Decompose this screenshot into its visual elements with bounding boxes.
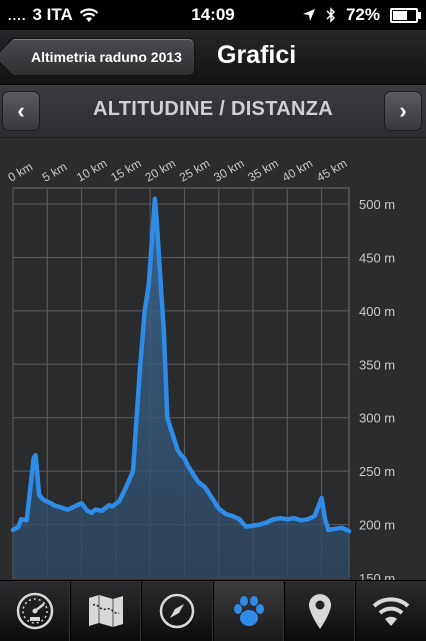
x-tick-label: 40 km: [280, 156, 315, 184]
x-tick-label: 45 km: [314, 156, 349, 184]
tab-map[interactable]: [71, 581, 143, 641]
y-tick-label: 350 m: [359, 357, 395, 372]
y-tick-label: 300 m: [359, 411, 395, 426]
y-tick-label: 250 m: [359, 464, 395, 479]
tab-bar: [0, 580, 426, 641]
y-tick-label: 150 m: [359, 571, 395, 580]
chart-title: ALTITUDINE / DISTANZA: [93, 98, 333, 120]
location-pin-icon: [308, 594, 331, 629]
tab-location[interactable]: [285, 581, 356, 641]
tab-paw[interactable]: [213, 581, 285, 641]
back-button[interactable]: Altimetria raduno 2013: [8, 38, 195, 76]
x-tick-label: 5 km: [40, 159, 70, 184]
tab-speedometer[interactable]: [0, 581, 72, 641]
page-title: Grafici: [217, 41, 297, 69]
x-tick-label: 20 km: [143, 156, 178, 184]
tab-wifi[interactable]: [356, 581, 426, 641]
back-button-label: Altimetria raduno 2013: [31, 49, 182, 65]
location-arrow-icon: [302, 9, 315, 21]
x-tick-label: 30 km: [211, 156, 246, 184]
y-tick-label: 200 m: [359, 518, 395, 533]
altitude-chart-svg: 0 km 5 km 10 km15 km20 km25 km30 km35 km40…: [6, 156, 396, 580]
chevron-right-icon: ›: [399, 98, 407, 123]
x-tick-label: 10 km: [74, 156, 109, 184]
altitude-chart: 0 km 5 km 10 km 15 km 20 km 25 km 30 km 35 km 40…: [0, 138, 426, 580]
x-tick-label: 15 km: [108, 156, 143, 184]
wifi-icon: [372, 597, 410, 626]
bluetooth-icon: [326, 7, 336, 23]
y-tick-label: 400 m: [359, 304, 395, 319]
battery-percent: 72%: [345, 5, 380, 24]
status-bar: .... 3 ITA 14:09 72%: [0, 0, 426, 30]
x-tick-label: 25 km: [177, 156, 212, 184]
map-icon: [89, 595, 124, 627]
x-tick-label: 0 km: [6, 159, 36, 184]
battery-icon: [390, 7, 421, 23]
x-tick-label: 35 km: [246, 156, 281, 184]
tab-compass[interactable]: [142, 581, 214, 641]
y-tick-label: 450 m: [359, 250, 395, 265]
y-tick-label: 500 m: [359, 197, 395, 212]
paw-icon: [233, 596, 264, 626]
next-chart-button[interactable]: ›: [384, 91, 422, 131]
chart-header: ‹ ALTITUDINE / DISTANZA ›: [0, 85, 426, 138]
navigation-bar: Altimetria raduno 2013 Grafici: [0, 30, 426, 85]
compass-icon: [160, 593, 195, 629]
speedometer-icon: [16, 592, 54, 630]
